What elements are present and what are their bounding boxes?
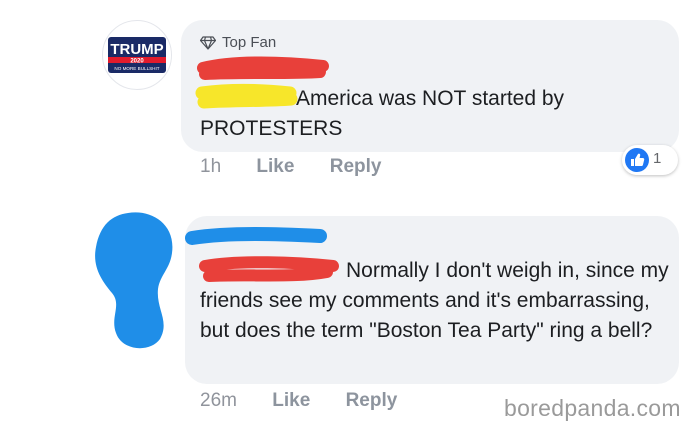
comment-time: 26m [200,390,237,411]
comment-time: 1h [200,156,222,177]
svg-text:NO MORE BULLSHIT: NO MORE BULLSHIT [114,66,159,71]
like-button[interactable]: Like [256,156,294,177]
diamond-icon [200,35,216,50]
comment-meta-top: 1h Like Reply [200,156,411,178]
profile-avatar-trump-2020[interactable]: TRUMP 2020 NO MORE BULLSHIT [102,20,172,90]
redacted-avatar [95,212,173,349]
trump-2020-logo: TRUMP 2020 NO MORE BULLSHIT [108,37,166,73]
top-fan-label: Top Fan [222,34,277,51]
reply-button[interactable]: Reply [346,390,398,411]
svg-text:2020: 2020 [130,59,144,65]
redacted-author-name [185,227,327,245]
reply-button[interactable]: Reply [330,156,382,177]
top-fan-badge: Top Fan [200,34,276,51]
reaction-count: 1 [653,150,662,167]
reaction-count-badge[interactable]: 1 [622,145,678,175]
redacted-tag [195,83,298,109]
svg-text:TRUMP: TRUMP [110,41,163,58]
watermark: boredpanda.com [504,395,681,421]
redacted-tag [199,256,339,282]
thumbs-up-icon [625,148,649,172]
like-button[interactable]: Like [272,390,310,411]
comment-meta-reply: 26m Like Reply [200,390,427,412]
